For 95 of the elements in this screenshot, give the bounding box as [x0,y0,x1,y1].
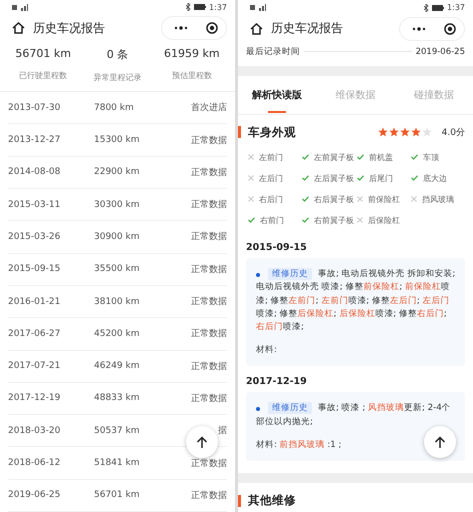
status-cell-text: 正常数据 [191,490,227,502]
date-cell-text: 2013-12-27 [8,135,62,146]
status-cell-text: 据 [218,424,227,438]
stat-label: 已行驶里程数 [19,70,68,82]
part-name: 后保险杠 [368,214,400,226]
date-cell-text: 2017-06-27 [8,328,62,339]
mileage-cell-text: 22900 km [94,167,140,178]
status-cell-text: 正常数据 [191,360,227,373]
part-name: 后尾门 [369,172,393,184]
bluetooth-icon [424,4,430,12]
bluetooth-icon [186,3,192,12]
bullet-icon [256,272,260,277]
date-cell-text: 2018-03-20 [8,426,62,436]
close-circle-icon[interactable] [444,22,456,35]
mileage-cell-text: 7800 km [94,102,135,113]
date-cell-text: 2013-07-30 [8,102,62,113]
date-cell-text: 2016-01-21 [8,296,62,307]
tab[interactable]: 解析快读版 [238,76,316,114]
page-title: 历史车况报告 [271,20,344,38]
stat-label: 预估里程数 [172,70,212,82]
home-icon[interactable] [250,22,263,35]
part-name: 左后翼子板 [314,172,354,184]
date-cell-text: 2018-06-12 [8,458,62,468]
mileage-cell-text: 48833 km [94,393,140,404]
date-cell-text: 2017-12-19 [8,393,62,404]
material-text: 材料: 前挡风玻璃 :1 ; [256,439,342,451]
status-cell-text: 正常数据 [191,296,227,308]
date-cell-text: 2015-03-26 [8,232,62,242]
status-cell-text: 正常数据 [191,134,227,147]
mileage-cell-text: 45200 km [94,328,140,339]
date-cell-text: 2017-07-21 [8,361,62,372]
mileage-cell-text: 51841 km [94,458,140,468]
more-icon[interactable] [412,26,426,31]
date-cell-text: 2014-08-08 [8,167,62,178]
section-title: 其他维修 [248,493,297,508]
part-name: 挡风玻璃 [422,194,454,205]
rating-score: 4.0分 [442,126,465,139]
part-name: 左后门 [259,172,283,184]
mileage-cell-text: 46249 km [94,361,140,372]
clock-time: 1:37 [447,3,465,12]
arrow-up-icon [434,436,446,448]
battery-icon [432,4,444,11]
last-record-label: 最后记录时间 [246,46,300,58]
status-cell-text: 正常数据 [191,198,227,212]
status-cell-text: 正常数据 [191,458,227,470]
part-name: 右前翼子板 [314,214,354,226]
date-cell-text: 2015-09-15 [8,264,62,274]
status-cell-text: 正常数据 [191,264,227,276]
status-cell-text: 正常数据 [191,166,227,179]
tab[interactable]: 碰撞数据 [394,76,473,114]
tab[interactable]: 维保数据 [316,76,395,114]
clock-time: 1:37 [209,2,227,12]
back-to-top-button[interactable] [186,426,218,458]
date-cell-text: 2019-06-25 [8,490,62,500]
signal-icon [12,4,28,11]
part-name: 左前翼子板 [314,152,354,163]
status-cell-text: 首次进店 [191,102,227,114]
bullet-icon [256,407,260,412]
home-icon[interactable] [12,22,25,34]
part-name: 右前门 [260,214,284,226]
signal-icon [250,4,266,12]
record-date: 2015-09-15 [246,242,308,253]
status-cell-text: 正常数据 [191,328,227,340]
last-record-date: 2019-06-25 [416,46,465,57]
mileage-cell-text: 30900 km [94,232,140,242]
mileage-cell-text: 15300 km [94,135,140,146]
mileage-cell-text: 50537 km [94,426,140,436]
section-title: 车身外观 [248,124,297,140]
record-description: 维修历史 事故; 喷漆 ; 风挡玻璃更新; 2-4个部位以内抛光; [256,402,452,429]
close-circle-icon[interactable] [206,22,218,34]
part-name: 左前门 [259,152,283,163]
date-cell-text: 2015-03-11 [8,200,62,210]
more-icon[interactable] [174,26,188,30]
status-cell-text: 正常数据 [191,230,227,244]
mileage-cell-text: 30300 km [94,200,140,210]
stat-label: 异常里程记录 [93,72,142,84]
part-name: 前机盖 [369,152,393,163]
part-name: 前保险杠 [368,194,400,205]
page-title: 历史车况报告 [33,20,106,37]
part-name: 右后门 [259,194,283,205]
mileage-cell-text: 35500 km [94,264,140,274]
record-date: 2017-12-19 [246,376,308,388]
record-description: 维修历史 事故; 电动后视镜外壳 拆卸和安装; 电动后视镜外壳 喷漆; 修整前保险杠; 前保险杠喷漆; 修整左前门; 左前门喷漆; 修整左后门; 左后门 喷漆; 修整后保险杠; 后保险杠喷漆; 修整右后门; 右后门喷漆; [256,268,456,334]
battery-icon [194,4,206,10]
mileage-cell-text: 38100 km [94,296,140,307]
stat-value: 0 条 [106,47,128,62]
part-name: 右后翼子板 [314,194,354,205]
stat-value: 56701 km [15,47,71,60]
status-cell-text: 正常数据 [191,392,227,405]
stat-value: 61959 km [164,47,220,60]
arrow-up-icon [196,436,208,448]
material-text: 材料: [256,344,277,356]
part-name: 底大边 [423,172,447,184]
part-name: 车顶 [423,152,439,163]
mileage-cell-text: 56701 km [94,490,140,500]
